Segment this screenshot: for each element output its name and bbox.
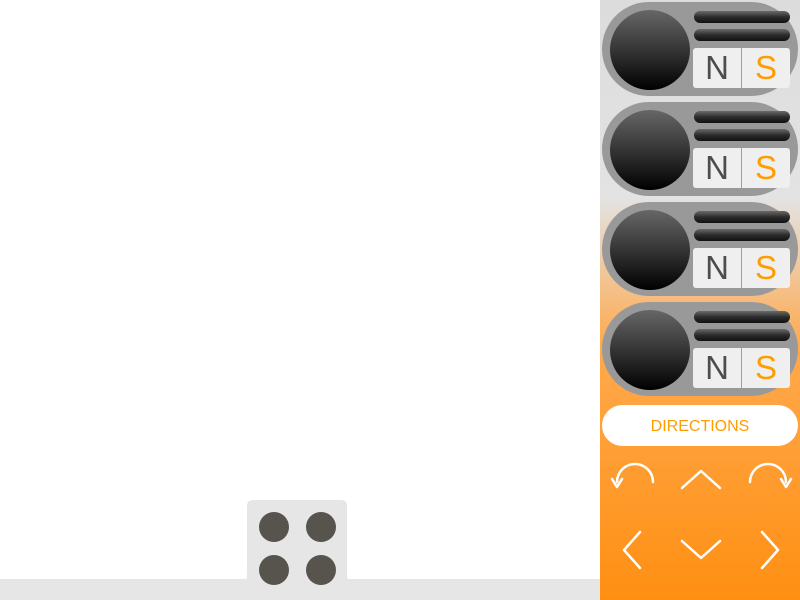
peg[interactable]: [259, 555, 289, 585]
south-pole-button[interactable]: S: [742, 348, 790, 388]
arrow-left-icon[interactable]: [614, 528, 650, 572]
play-area: [0, 0, 600, 600]
north-pole-button[interactable]: N: [693, 148, 741, 188]
strength-bar: [694, 329, 790, 341]
directions-button[interactable]: DIRECTIONS: [602, 405, 798, 446]
magnet-knob[interactable]: [610, 10, 690, 90]
south-pole-button[interactable]: S: [742, 48, 790, 88]
north-pole-button[interactable]: N: [693, 348, 741, 388]
arrow-down-icon[interactable]: [676, 532, 726, 568]
strength-bar: [694, 229, 790, 241]
peg[interactable]: [259, 512, 289, 542]
magnet-knob[interactable]: [610, 310, 690, 390]
pole-selector: N S: [693, 48, 790, 88]
rotate-left-icon[interactable]: [610, 462, 660, 498]
magnet-knob[interactable]: [610, 210, 690, 290]
south-pole-button[interactable]: S: [742, 148, 790, 188]
strength-bar: [694, 311, 790, 323]
peg[interactable]: [306, 512, 336, 542]
arrow-right-icon[interactable]: [752, 528, 788, 572]
strength-bar: [694, 111, 790, 123]
magnet-slot: N S: [602, 2, 798, 96]
strength-bar: [694, 11, 790, 23]
pole-selector: N S: [693, 148, 790, 188]
north-pole-button[interactable]: N: [693, 248, 741, 288]
magnet-knob[interactable]: [610, 110, 690, 190]
strength-bar: [694, 29, 790, 41]
north-pole-button[interactable]: N: [693, 48, 741, 88]
south-pole-button[interactable]: S: [742, 248, 790, 288]
strength-bar: [694, 211, 790, 223]
magnet-slot: N S: [602, 102, 798, 196]
pole-selector: N S: [693, 348, 790, 388]
peg[interactable]: [306, 555, 336, 585]
pole-selector: N S: [693, 248, 790, 288]
peg-dock: [229, 500, 364, 600]
strength-bar: [694, 129, 790, 141]
magnet-slot: N S: [602, 202, 798, 296]
rotate-right-icon[interactable]: [743, 462, 793, 498]
arrow-up-icon[interactable]: [676, 462, 726, 498]
dock-shape: [229, 500, 364, 600]
side-panel: N S N S N S N S DIRECTIONS: [600, 0, 800, 600]
magnet-slot: N S: [602, 302, 798, 396]
